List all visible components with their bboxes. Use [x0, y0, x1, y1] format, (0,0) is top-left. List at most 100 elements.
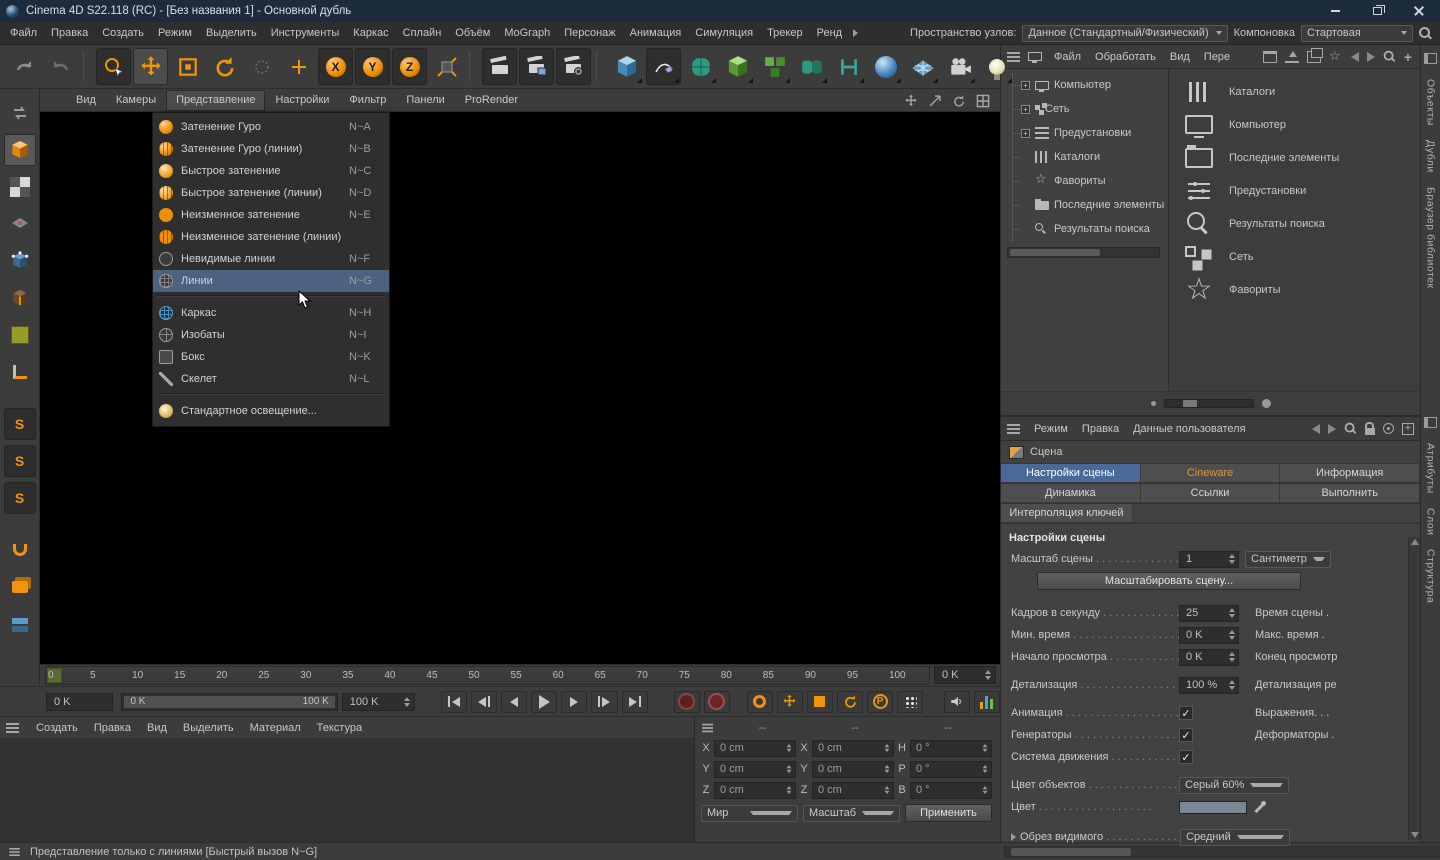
motion-system-checkbox[interactable] — [1179, 750, 1193, 764]
attributes-menu-item[interactable]: Режим — [1028, 419, 1074, 439]
coord-field[interactable]: 0 ° — [910, 761, 992, 778]
browser-list-item[interactable]: Последние элементы — [1183, 141, 1420, 174]
menubar-item[interactable]: Трекер — [760, 23, 810, 43]
node-space-select[interactable]: Данное (Стандартный/Физический) — [1022, 25, 1227, 42]
search-icon[interactable] — [1345, 423, 1357, 435]
record-parameter-button[interactable]: P — [867, 691, 893, 713]
range-bar[interactable]: 0 K 100 K — [124, 696, 334, 708]
material-menu-item[interactable]: Вид — [140, 718, 174, 738]
browser-list-item[interactable]: Фавориты — [1183, 273, 1420, 306]
go-to-end-button[interactable] — [622, 691, 648, 713]
coords-column-header[interactable]: -- — [903, 722, 992, 734]
scene-scale-unit-select[interactable]: Сантиметр — [1245, 551, 1331, 568]
autokey-button[interactable] — [704, 691, 730, 713]
float-window-icon[interactable] — [1263, 51, 1277, 63]
browser-menu-item[interactable]: Вид — [1164, 47, 1196, 67]
snap-settings-button[interactable] — [4, 571, 36, 603]
browser-list-item[interactable]: Сеть — [1183, 240, 1420, 273]
redo-button[interactable] — [43, 48, 78, 85]
subdivision-surface-button[interactable] — [683, 48, 718, 85]
tabs-icon[interactable] — [1307, 51, 1321, 63]
search-icon[interactable] — [1419, 27, 1432, 40]
tree-item[interactable]: Фавориты — [1013, 169, 1168, 193]
material-list-area[interactable] — [0, 739, 694, 842]
range-end-field[interactable]: 100 K — [342, 693, 415, 711]
floor-button[interactable] — [905, 48, 940, 85]
display-menu-item[interactable]: Неизменное затенение (линии) — [153, 226, 389, 248]
display-menu-item[interactable]: Затенение Гуро (линии) N~B — [153, 138, 389, 160]
next-frame-button[interactable] — [561, 691, 587, 713]
model-mode-button[interactable] — [4, 134, 36, 166]
size-mode-select[interactable]: Масштаб — [803, 805, 900, 822]
zoom-in-icon[interactable] — [1262, 399, 1271, 408]
record-scale-button[interactable] — [807, 691, 833, 713]
menubar-item[interactable]: Каркас — [346, 23, 395, 43]
attributes-menu-item[interactable]: Правка — [1076, 419, 1125, 439]
status-menu-icon[interactable] — [9, 848, 19, 856]
solo-off-button[interactable]: S — [4, 408, 36, 440]
tree-horizontal-scrollbar[interactable] — [1007, 247, 1160, 258]
previous-frame-button[interactable] — [501, 691, 527, 713]
scale-tool[interactable] — [170, 48, 205, 85]
preview-start-field[interactable]: 0 K — [1179, 649, 1239, 666]
viewport-menu-item[interactable]: Настройки — [265, 90, 339, 111]
apply-button[interactable]: Применить — [905, 804, 992, 822]
texture-mode-button[interactable] — [4, 171, 36, 203]
min-time-field[interactable]: 0 K — [1179, 627, 1239, 644]
display-menu-item[interactable]: Каркас N~H — [153, 302, 389, 324]
menu-overflow-icon[interactable] — [853, 29, 858, 37]
side-tab-layers[interactable]: Слои — [1425, 508, 1437, 536]
coordinate-system-toggle[interactable] — [429, 48, 464, 85]
viewport-menu-item[interactable]: Фильтр — [339, 90, 396, 111]
attribute-tab[interactable]: Cineware — [1141, 464, 1281, 483]
last-tool-button[interactable] — [244, 48, 279, 85]
attribute-object-row[interactable]: Сцена — [1001, 441, 1420, 464]
panel-menu-icon[interactable] — [1007, 424, 1020, 434]
menubar-item[interactable]: Создать — [95, 23, 151, 43]
tree-item[interactable]: Последние элементы — [1013, 193, 1168, 217]
solo-single-button[interactable]: S — [4, 445, 36, 477]
material-menu-item[interactable]: Материал — [243, 718, 308, 738]
render-view-button[interactable] — [482, 48, 517, 85]
display-menu-item[interactable]: Быстрое затенение (линии) N~D — [153, 182, 389, 204]
range-start-field[interactable]: 0 K — [46, 693, 113, 711]
lod-field[interactable]: 100 % — [1179, 677, 1239, 694]
scale-scene-button[interactable]: Масштабировать сцену... — [1037, 572, 1301, 590]
tree-expander-icon[interactable]: + — [1021, 105, 1030, 114]
material-menu-item[interactable]: Выделить — [176, 718, 241, 738]
lock-icon[interactable] — [1365, 428, 1375, 435]
previous-key-button[interactable] — [471, 691, 497, 713]
coordinate-space-select[interactable]: Мир — [701, 805, 798, 822]
panel-dock-icon[interactable] — [1424, 417, 1437, 428]
display-menu-item[interactable]: Стандартное освещение... — [153, 400, 389, 422]
fps-field[interactable]: 25 — [1179, 605, 1239, 622]
mograph-button[interactable] — [757, 48, 792, 85]
spline-pen-button[interactable] — [646, 48, 681, 85]
tree-item[interactable]: + Предустановки — [1013, 121, 1168, 145]
record-rotation-button[interactable] — [837, 691, 863, 713]
play-button[interactable] — [531, 691, 557, 713]
side-tab-attributes[interactable]: Атрибуты — [1425, 443, 1437, 494]
solo-hierarchy-button[interactable]: S — [4, 482, 36, 514]
viewport-menu-item[interactable]: Представление — [166, 90, 265, 111]
color-swatch[interactable] — [1179, 801, 1247, 814]
attributes-menu-item[interactable]: Данные пользователя — [1127, 419, 1251, 439]
volume-button[interactable] — [794, 48, 829, 85]
menubar-item[interactable]: Симуляция — [688, 23, 760, 43]
menubar-item[interactable]: Сплайн — [396, 23, 449, 43]
viewport-menu-item[interactable]: Панели — [396, 90, 454, 111]
browser-menu-item[interactable]: Обработать — [1089, 47, 1162, 67]
display-menu-item[interactable]: Линии N~G — [153, 270, 389, 292]
browser-menu-item[interactable]: Пере — [1198, 47, 1236, 67]
record-position-button[interactable] — [777, 691, 803, 713]
coord-field[interactable]: 0 cm — [812, 740, 894, 757]
scrollbar-thumb[interactable] — [1011, 848, 1131, 856]
browser-list-item[interactable]: Предустановки — [1183, 174, 1420, 207]
x-axis-lock[interactable]: X — [318, 48, 353, 85]
viewport-menu-item[interactable]: Камеры — [106, 90, 166, 111]
y-axis-lock[interactable]: Y — [355, 48, 390, 85]
forward-icon[interactable] — [1367, 52, 1375, 62]
coord-field[interactable]: 0 ° — [910, 782, 992, 799]
menubar-item[interactable]: MoGraph — [497, 23, 557, 43]
next-key-button[interactable] — [591, 691, 617, 713]
